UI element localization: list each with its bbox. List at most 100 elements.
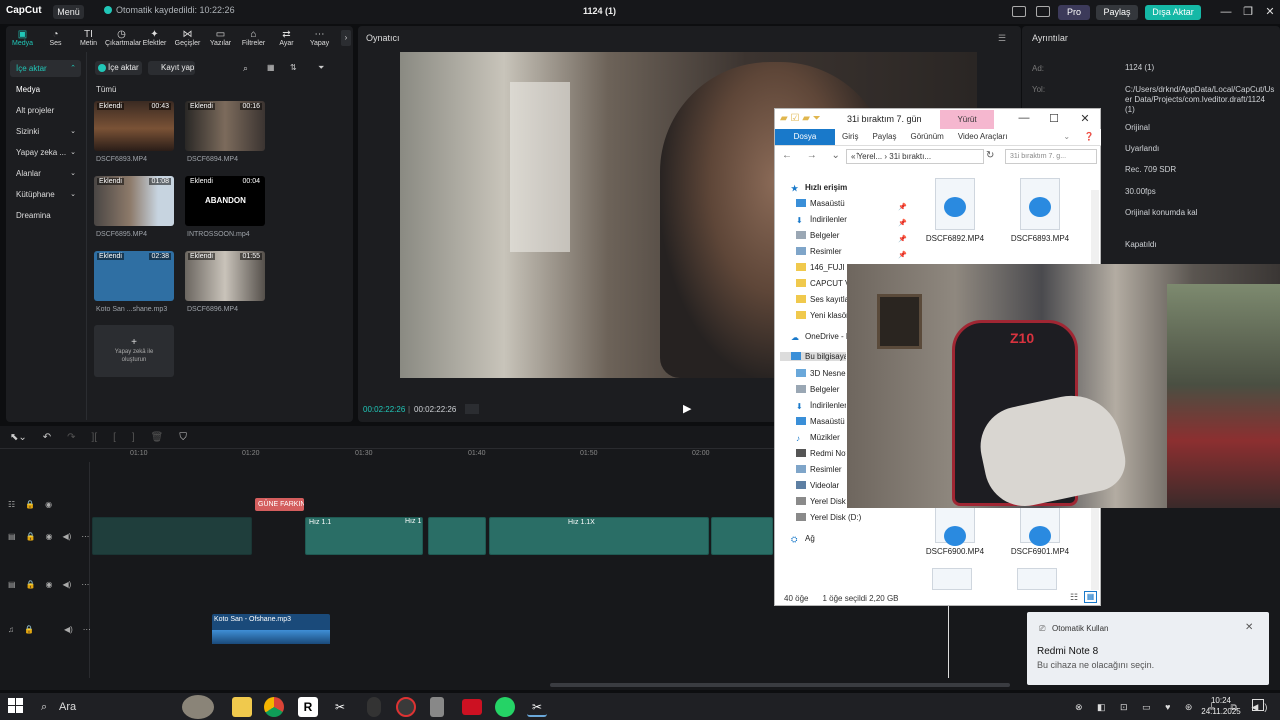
tab-stickers[interactable]: ◷ Çıkartmalar: [105, 26, 141, 52]
address-bar[interactable]: « Yerel... › 31i bıraktı...: [846, 149, 984, 164]
file-item[interactable]: DSCF6892.MP4: [925, 178, 985, 243]
video-clip[interactable]: Hız 1.1X: [489, 517, 709, 555]
nav-network[interactable]: ⛭ Ağ: [791, 534, 861, 543]
chevron-down-icon[interactable]: ⌄: [1056, 129, 1077, 145]
windows-start-icon[interactable]: [8, 698, 24, 714]
file-item[interactable]: DSCF6901.MP4: [1010, 507, 1070, 556]
quick-access-toolbar[interactable]: ▰ ☑ ▰ ⏷: [780, 113, 840, 124]
media-tile[interactable]: Eklendi 00:16: [185, 101, 265, 151]
tab-filters[interactable]: ⌂ Filtreler: [237, 26, 270, 52]
nav-item[interactable]: 3D Nesnel: [796, 369, 846, 378]
sidebar-item-subprojects[interactable]: Alt projeler: [10, 102, 81, 119]
capcut-active-icon[interactable]: ✂: [527, 697, 547, 717]
large-icons-view-icon[interactable]: ▦: [1084, 591, 1097, 603]
media-tile[interactable]: Eklendi 00:04 ABANDON: [185, 176, 265, 226]
filter-icon[interactable]: ⏷: [318, 63, 324, 73]
tab-file[interactable]: Dosya: [775, 129, 835, 145]
media-tile[interactable]: Eklendi 01:55: [185, 251, 265, 301]
video-clip[interactable]: [428, 517, 486, 555]
import-button[interactable]: İçe aktar: [95, 61, 142, 75]
lock-icon[interactable]: 🔒: [26, 532, 36, 541]
nav-item[interactable]: Yerel Disk (: [796, 497, 846, 506]
r-app-icon[interactable]: R: [298, 697, 318, 717]
close-icon[interactable]: ✕: [1262, 4, 1278, 20]
video-clip[interactable]: [711, 517, 773, 555]
video-app-icon[interactable]: [462, 699, 482, 715]
nav-item[interactable]: Masaüstü: [796, 417, 846, 426]
share-button[interactable]: Paylaş: [1096, 5, 1138, 20]
more-icon[interactable]: ⋯: [81, 532, 89, 541]
maximize-icon[interactable]: ☐: [1044, 112, 1064, 125]
tab-home[interactable]: Giriş: [835, 129, 865, 145]
lock-icon[interactable]: 🔒: [25, 500, 35, 509]
trim-left-icon[interactable]: [: [113, 432, 116, 443]
file-explorer-taskbar-icon[interactable]: [232, 697, 252, 717]
timeline-ruler[interactable]: 01:10 01:20 01:30 01:40 01:50 02:00: [90, 450, 780, 462]
waveform-icon[interactable]: [465, 404, 479, 414]
minimize-icon[interactable]: —: [1218, 4, 1234, 20]
nav-item[interactable]: Yerel Disk (D:): [796, 513, 866, 522]
clock-date[interactable]: 24.11.2025: [1201, 707, 1241, 716]
eye-icon[interactable]: ◉: [46, 580, 53, 589]
whatsapp-icon[interactable]: [495, 697, 515, 717]
delete-icon[interactable]: 🗑: [151, 432, 164, 443]
nav-item[interactable]: Videolar: [796, 481, 846, 490]
eye-icon[interactable]: ◉: [46, 532, 53, 541]
text-clip[interactable]: GÜNE FARKIN: [255, 498, 304, 511]
video-file-icon[interactable]: [932, 568, 972, 590]
help-icon[interactable]: ❓: [1077, 129, 1101, 145]
redo-icon[interactable]: ↷: [67, 432, 75, 443]
system-tray[interactable]: ⊗ ◧ ⊡ ▭ ♥ ⊛ ⏚ ⧉ ◀): [1075, 700, 1273, 713]
search-icon[interactable]: ⌕: [243, 63, 248, 74]
pro-button[interactable]: Pro: [1058, 5, 1090, 20]
tab-ai[interactable]: ⋯ Yapay: [303, 26, 336, 52]
capcut-icon[interactable]: ✂: [330, 697, 350, 717]
sidebar-item-spaces[interactable]: Alanlar ⌄: [10, 165, 81, 182]
shortcut-icon[interactable]: [1036, 6, 1050, 17]
eye-icon[interactable]: ◉: [45, 500, 52, 509]
refresh-icon[interactable]: ↻: [986, 150, 994, 161]
tab-captions[interactable]: ▭ Yazılar: [204, 26, 237, 52]
record-button[interactable]: Kayıt yap: [148, 61, 195, 75]
tab-text[interactable]: TI Metin: [72, 26, 105, 52]
speaker-icon[interactable]: ◀): [64, 625, 73, 634]
nav-item[interactable]: Belgeler: [796, 231, 866, 240]
nav-this-pc[interactable]: Bu bilgisaya: [780, 352, 846, 361]
nav-item[interactable]: ⬇ İndirilenler: [796, 401, 846, 410]
nav-item[interactable]: Belgeler: [796, 385, 846, 394]
file-item[interactable]: DSCF6893.MP4: [1010, 178, 1070, 243]
tab-audio[interactable]: ◔ Ses: [39, 26, 72, 52]
minimize-icon[interactable]: —: [1014, 112, 1034, 124]
tab-share[interactable]: Paylaş: [865, 129, 903, 145]
filter-all-label[interactable]: Tümü: [96, 85, 116, 94]
layout-icon[interactable]: [1012, 6, 1026, 17]
sidebar-item-yours[interactable]: Sizinki ⌄: [10, 123, 81, 140]
nav-item[interactable]: Resimler: [796, 247, 866, 256]
sidebar-item-import[interactable]: İçe aktar ⌃: [10, 60, 81, 77]
play-icon[interactable]: ▶: [683, 402, 691, 415]
play-tab[interactable]: Yürüt: [940, 110, 994, 130]
media-tile[interactable]: Eklendi 00:43: [94, 101, 174, 151]
ai-create-tile[interactable]: + Yapay zekâ ile oluşturun: [94, 325, 174, 377]
file-item[interactable]: DSCF6900.MP4: [925, 507, 985, 556]
more-icon[interactable]: ⋯: [81, 580, 89, 589]
sort-icon[interactable]: ⇅: [290, 63, 297, 72]
search-input[interactable]: 31i bıraktım 7. g...: [1005, 149, 1097, 164]
chrome-icon[interactable]: [264, 697, 284, 717]
tab-adjust[interactable]: ⇄ Ayar: [270, 26, 303, 52]
sidebar-item-dreamina[interactable]: Dreamina: [10, 207, 81, 224]
video-clip[interactable]: [92, 517, 252, 555]
horizontal-scrollbar[interactable]: [550, 683, 1010, 687]
nav-item[interactable]: Resimler: [796, 465, 846, 474]
video-file-icon[interactable]: [1017, 568, 1057, 590]
menu-button[interactable]: Menü: [53, 5, 84, 19]
chevron-right-icon[interactable]: ›: [341, 30, 351, 46]
tab-effects[interactable]: ✦ Efektler: [138, 26, 171, 52]
maximize-icon[interactable]: ❐: [1240, 4, 1256, 20]
nav-item[interactable]: ♪ Müzikler: [796, 433, 846, 442]
search-highlight-icon[interactable]: [182, 695, 214, 719]
export-button[interactable]: Dışa Aktar: [1145, 5, 1201, 20]
lock-icon[interactable]: 🔒: [26, 580, 36, 589]
nav-item[interactable]: Masaüstü: [796, 199, 866, 208]
notification-center-icon[interactable]: [1252, 699, 1264, 711]
